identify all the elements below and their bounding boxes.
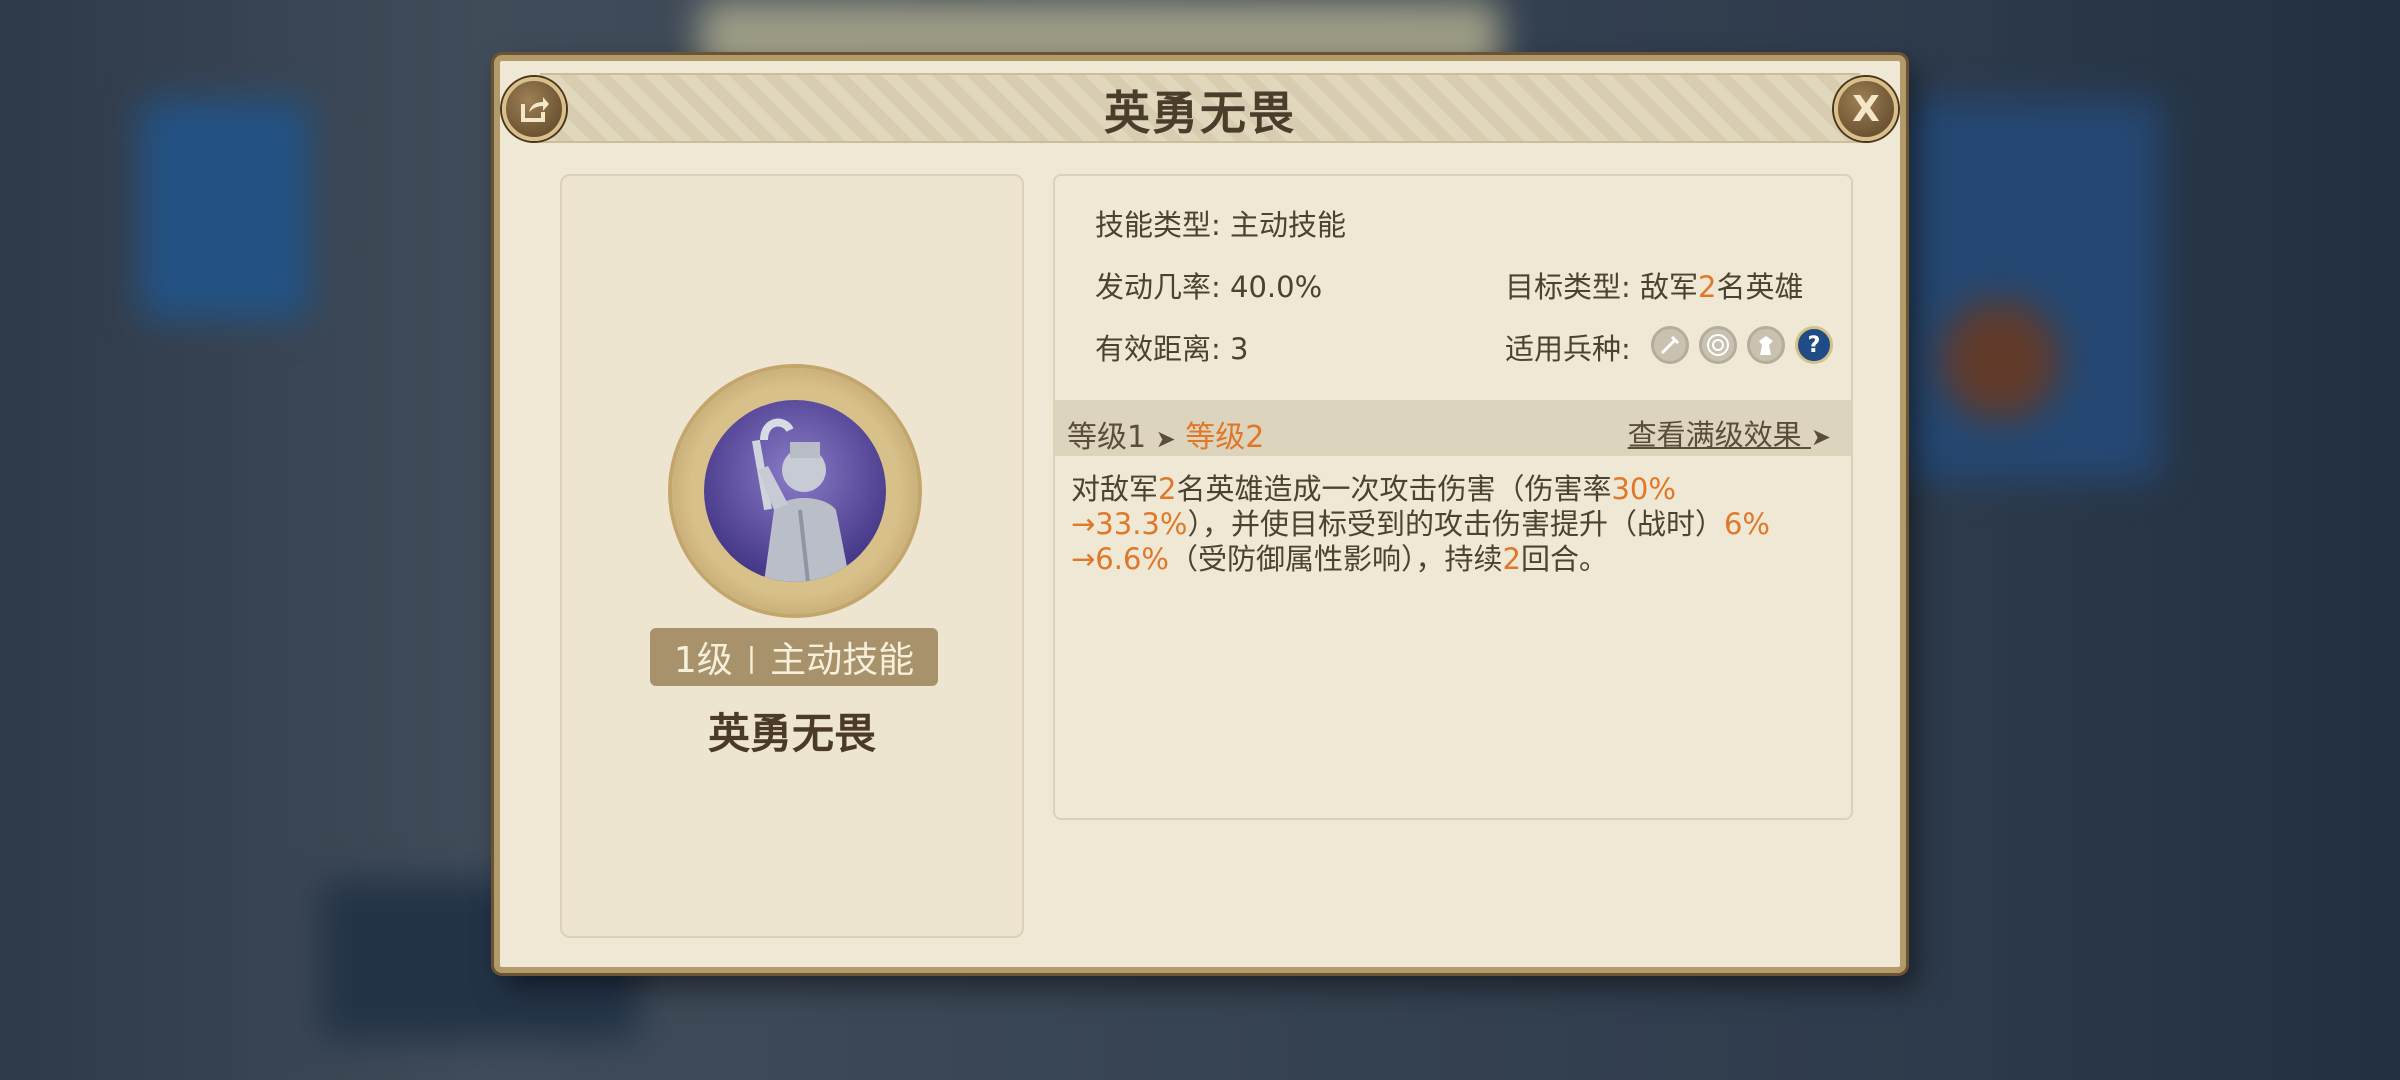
level-strip: 等级1 ➤ 等级2 查看满级效果 ➤ [1055,400,1851,456]
sword-icon[interactable] [1651,326,1689,364]
close-button[interactable]: X [1834,77,1898,141]
desc-highlight: 2 [1502,542,1521,576]
skill-description: 对敌军2名英雄造成一次攻击伤害（伤害率30% →33.3%），并使目标受到的攻击伤… [1071,472,1829,577]
skill-type-badge: 主动技能 [770,640,915,681]
trigger-rate-value: 40.0% [1230,270,1323,304]
target-count: 2 [1698,270,1717,304]
skill-medal [672,368,918,614]
target-type-label: 目标类型: [1505,270,1631,304]
target-type-row: 目标类型: 敌军2名英雄 [1505,264,1803,306]
unit-type-row: 适用兵种: [1505,326,1631,368]
target-type-prefix: 敌军 [1640,270,1699,304]
unit-icons: ? [1651,326,1833,364]
skill-name: 英勇无畏 [707,709,876,758]
range-value: 3 [1230,332,1249,366]
skill-type-value: 主动技能 [1230,208,1347,242]
unit-type-label: 适用兵种: [1505,332,1631,366]
skill-dialog: 英勇无畏 X 1级 | 主动技能 英勇无畏 技能类型: 主动技能 发动几率: 4… [494,55,1906,973]
skill-type-label: 技能类型: [1095,208,1221,242]
desc-text: 对敌军 [1071,472,1159,506]
range-label: 有效距离: [1095,332,1221,366]
current-level: 等级1 [1067,420,1147,455]
desc-highlight: 2 [1158,472,1177,506]
desc-text: （受防御属性影响），持续 [1168,542,1503,576]
horse-icon[interactable] [1747,326,1785,364]
level-arrow: ➤ [1155,425,1176,453]
skill-info-panel: 技能类型: 主动技能 发动几率: 40.0% 目标类型: 敌军2名英雄 有效距离… [1053,174,1853,820]
share-button[interactable] [502,77,566,141]
desc-highlight: 6% [1723,507,1770,541]
trigger-rate-label: 发动几率: [1095,270,1221,304]
share-icon [521,97,549,122]
desc-text: 回合。 [1520,542,1608,576]
chevron-right-icon: ➤ [1810,423,1831,451]
skill-level-badge: 1级 | 主动技能 [650,628,938,686]
desc-highlight: →33.3% [1071,507,1188,541]
skill-icon [704,400,886,582]
target-icon[interactable] [1699,326,1737,364]
desc-highlight: →6.6% [1071,542,1169,576]
question-icon[interactable]: ? [1795,326,1833,364]
desc-highlight: 30% [1611,472,1676,506]
dialog-title: 英勇无畏 [1104,86,1296,140]
range-row: 有效距离: 3 [1095,326,1248,368]
skill-type-row: 技能类型: 主动技能 [1095,202,1346,244]
target-type-suffix: 名英雄 [1716,270,1804,304]
skill-level: 1级 [673,640,733,681]
desc-text: 名英雄造成一次攻击伤害（伤害率 [1176,472,1612,506]
view-max-level-link[interactable]: 查看满级效果 ➤ [1628,412,1831,454]
trigger-rate-row: 发动几率: 40.0% [1095,264,1322,306]
badge-separator: | [746,640,757,674]
priest-figure-icon [751,418,850,582]
next-level: 等级2 [1185,420,1265,455]
skill-preview-panel: 1级 | 主动技能 英勇无畏 [560,174,1024,938]
desc-text: ），并使目标受到的攻击伤害提升（战时） [1187,507,1724,541]
view-max-level-label: 查看满级效果 [1627,418,1802,452]
level-compare: 等级1 ➤ 等级2 [1067,412,1264,456]
